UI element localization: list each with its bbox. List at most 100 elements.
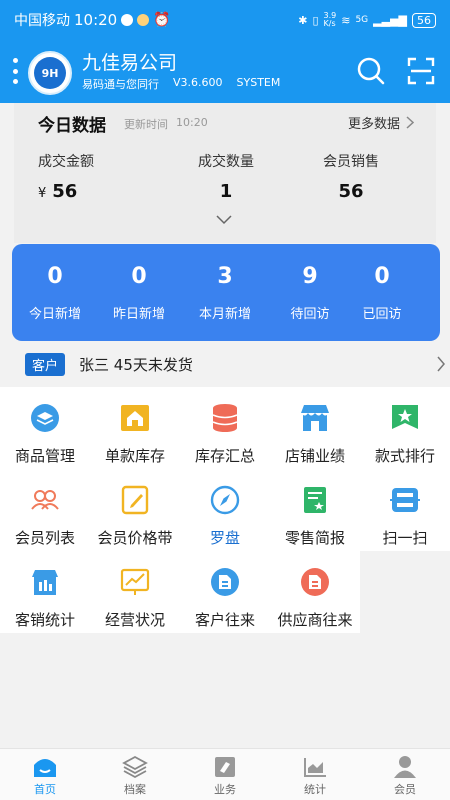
- menu-item-member-price-band[interactable]: 会员价格带: [90, 469, 180, 551]
- menu-item-member-list[interactable]: 会员列表: [0, 469, 90, 551]
- logo-text: 9H: [34, 57, 66, 89]
- wifi-icon: ≋: [341, 13, 351, 27]
- today-title: 今日数据: [38, 116, 106, 136]
- nav-stats[interactable]: 统计: [270, 755, 360, 797]
- supplier-exchange-icon: [301, 568, 329, 596]
- stat-label: 成交金额: [38, 154, 94, 170]
- update-label: 更新时间: [124, 118, 168, 131]
- version: V3.6.600: [173, 76, 223, 89]
- star-badge-icon: [392, 405, 418, 429]
- stat-value: 1: [219, 181, 233, 202]
- edit-note-icon: [121, 485, 149, 515]
- store-stats-icon: [32, 570, 58, 595]
- qq-icon: [121, 14, 134, 26]
- menu-item-supplier-exchange[interactable]: 供应商往来: [270, 551, 360, 633]
- currency-symbol: ¥: [38, 186, 47, 201]
- report-icon: [304, 487, 326, 513]
- menu-label: 店铺业绩: [284, 447, 345, 465]
- nav-business[interactable]: 业务: [180, 755, 270, 797]
- customer-stat-value: 0: [374, 264, 390, 289]
- carrier-label: 中国移动: [14, 13, 70, 29]
- nav-member[interactable]: 会员: [360, 755, 450, 797]
- trend-board-icon: [120, 568, 150, 595]
- nav-archive[interactable]: 档案: [90, 755, 180, 797]
- nav-label: 首页: [34, 783, 56, 796]
- customer-stat-month[interactable]: 3 本月新增: [182, 264, 268, 322]
- more-data-link[interactable]: 更多数据: [348, 113, 415, 132]
- scan-icon[interactable]: [406, 56, 436, 86]
- slogan: 易码通与您同行: [82, 78, 159, 91]
- menu-label: 款式排行: [374, 447, 435, 465]
- nav-home[interactable]: 首页: [0, 755, 90, 797]
- chevron-down-icon[interactable]: [216, 215, 232, 225]
- customer-stat-visited[interactable]: 0 已回访: [339, 264, 425, 322]
- customer-stats-panel: 0 今日新增 0 昨日新增 3 本月新增 9 待回访 0 已回访: [12, 244, 440, 341]
- home-icon: [34, 759, 56, 777]
- menu-item-compass[interactable]: 罗盘: [180, 469, 270, 551]
- archive-icon: [122, 755, 148, 779]
- menu-label: 客户往来: [194, 611, 255, 629]
- menu-item-retail-brief[interactable]: 零售简报: [270, 469, 360, 551]
- menu-item-single-stock[interactable]: 单款库存: [90, 387, 180, 469]
- more-data-label: 更多数据: [348, 117, 401, 132]
- warehouse-icon: [121, 405, 149, 431]
- business-icon: [215, 757, 235, 777]
- alarm-icon: ⏰: [153, 12, 171, 28]
- menu-label: 单款库存: [104, 447, 165, 465]
- menu-item-customer-sales-stats[interactable]: 客销统计: [0, 551, 90, 633]
- customer-stat-yesterday[interactable]: 0 昨日新增: [96, 264, 182, 322]
- company-logo[interactable]: 9H: [28, 51, 72, 95]
- company-name: 九佳易公司: [82, 52, 178, 74]
- clock: 10:20: [74, 11, 118, 29]
- vibrate-icon: ▯: [312, 13, 319, 27]
- stats-icon: [304, 758, 326, 777]
- notice-text: 张三 45天未发货: [79, 355, 193, 374]
- stat-label: 成交数量: [198, 154, 254, 170]
- slogan-row: 易码通与您同行 V3.6.600 SYSTEM: [82, 76, 280, 92]
- nav-label: 业务: [214, 783, 236, 796]
- customer-stat-value: 0: [47, 264, 63, 289]
- menu-label: 商品管理: [14, 447, 75, 465]
- notice-bar[interactable]: 客户 张三 45天未发货: [0, 343, 450, 385]
- chevron-right-icon: [437, 356, 445, 372]
- update-value: 10:20: [176, 116, 208, 129]
- network-type: 5G: [355, 15, 369, 25]
- layers-icon: [31, 404, 59, 432]
- nav-label: 统计: [304, 783, 326, 796]
- customer-stat-value: 3: [217, 264, 233, 289]
- compass-icon: [210, 485, 240, 515]
- menu-item-style-ranking[interactable]: 款式排行: [360, 387, 450, 469]
- database-icon: [212, 404, 238, 432]
- status-bar: 中国移动 10:20 ⏰ ✱ ▯ 3.9 K/s ≋ 5G ▂▃▅▇ 56: [0, 0, 450, 40]
- menu-item-stock-summary[interactable]: 库存汇总: [180, 387, 270, 469]
- menu-label: 扫一扫: [382, 529, 428, 547]
- customer-exchange-icon: [211, 568, 239, 596]
- menu-label: 库存汇总: [194, 447, 255, 465]
- signal-icon: ▂▃▅▇: [373, 13, 407, 27]
- menu-label: 零售简报: [284, 529, 345, 547]
- menu-item-product-management[interactable]: 商品管理: [0, 387, 90, 469]
- notice-tag: 客户: [25, 352, 66, 376]
- search-icon[interactable]: [356, 56, 386, 86]
- menu-item-shop-performance[interactable]: 店铺业绩: [270, 387, 360, 469]
- menu-item-scan[interactable]: 扫一扫: [360, 469, 450, 551]
- member-icon: [394, 756, 416, 778]
- customer-stat-value: 0: [131, 264, 147, 289]
- customer-stat-label: 已回访: [362, 307, 402, 322]
- nav-label: 档案: [124, 783, 146, 796]
- chevron-right-icon: [406, 116, 415, 129]
- customer-stat-label: 昨日新增: [112, 307, 165, 322]
- menu-icon[interactable]: [10, 58, 20, 84]
- members-icon: [31, 490, 59, 510]
- customer-stat-today[interactable]: 0 今日新增: [12, 264, 98, 322]
- update-time: 更新时间 10:20: [124, 116, 208, 132]
- scan-icon: [390, 488, 420, 512]
- menu-label: 会员价格带: [97, 529, 173, 547]
- stat-amount: 成交金额 ¥56: [38, 151, 94, 202]
- menu-label: 供应商往来: [277, 611, 353, 629]
- menu-item-business-status[interactable]: 经营状况: [90, 551, 180, 633]
- menu-label: 经营状况: [104, 611, 165, 629]
- customer-stat-label: 今日新增: [28, 307, 81, 322]
- menu-item-customer-exchange[interactable]: 客户往来: [180, 551, 270, 633]
- app-header: 中国移动 10:20 ⏰ ✱ ▯ 3.9 K/s ≋ 5G ▂▃▅▇ 56 9H…: [0, 0, 450, 103]
